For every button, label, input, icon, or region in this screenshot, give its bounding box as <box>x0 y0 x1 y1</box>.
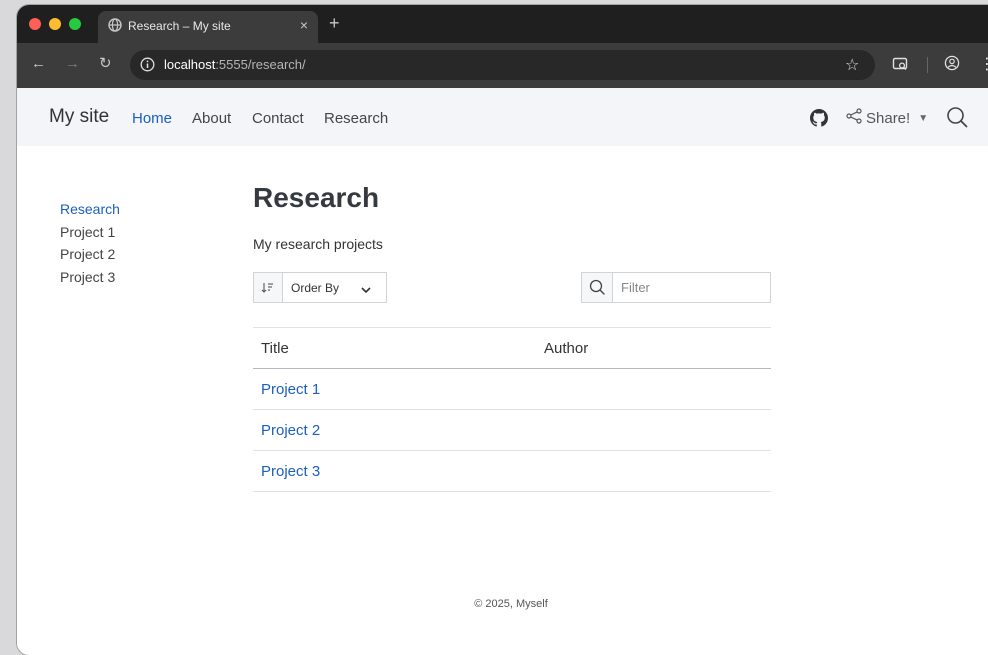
url-path: :5555/research/ <box>215 57 306 72</box>
sidebar-item-project-3[interactable]: Project 3 <box>60 266 120 289</box>
table-row: Project 2 <box>253 410 771 451</box>
search-icon[interactable] <box>946 106 968 133</box>
column-header-title[interactable]: Title <box>261 340 289 357</box>
filter-box <box>581 272 779 303</box>
page-title: Research <box>253 182 380 213</box>
chevron-down-icon <box>360 282 372 300</box>
tab-strip: Research – My site × + <box>17 5 988 43</box>
sidebar-item-research[interactable]: Research <box>60 198 120 221</box>
maximize-window-button[interactable] <box>69 18 81 30</box>
table-header: Title Author <box>253 327 771 369</box>
profile-icon[interactable] <box>944 55 960 76</box>
back-icon[interactable]: ← <box>31 56 46 72</box>
web-page: My site Home About Contact Research Shar… <box>17 88 988 648</box>
info-icon[interactable] <box>140 57 155 77</box>
nav-link-home[interactable]: Home <box>132 110 172 127</box>
sidebar-item-project-1[interactable]: Project 1 <box>60 221 120 244</box>
caret-down-icon: ▼ <box>918 112 929 124</box>
url-text: localhost:5555/research/ <box>164 57 306 72</box>
reload-icon[interactable]: ↻ <box>99 56 112 72</box>
globe-icon <box>108 18 122 37</box>
forward-icon[interactable]: → <box>65 56 80 72</box>
order-by-select[interactable]: Order By <box>253 272 387 303</box>
nav-link-contact[interactable]: Contact <box>252 110 304 127</box>
minimize-window-button[interactable] <box>49 18 61 30</box>
share-icon <box>846 108 862 128</box>
nav-link-about[interactable]: About <box>192 110 231 127</box>
sidebar-item-project-2[interactable]: Project 2 <box>60 243 120 266</box>
site-navbar: My site Home About Contact Research Shar… <box>17 88 988 146</box>
page-footer: © 2025, Myself <box>474 598 548 610</box>
site-brand[interactable]: My site <box>49 106 109 128</box>
order-by-label: Order By <box>291 281 340 295</box>
sidebar-nav: Research Project 1 Project 2 Project 3 <box>60 198 120 288</box>
url-host: localhost <box>164 57 216 72</box>
column-header-author[interactable]: Author <box>544 340 588 357</box>
menu-icon[interactable]: ⋮ <box>979 54 988 74</box>
close-window-button[interactable] <box>29 18 41 30</box>
project-link[interactable]: Project 2 <box>261 422 320 439</box>
browser-tab[interactable]: Research – My site × <box>98 11 318 43</box>
sort-icon[interactable] <box>254 273 283 302</box>
table-row: Project 3 <box>253 451 771 492</box>
filter-search-icon <box>582 273 613 302</box>
filter-input[interactable] <box>613 273 779 302</box>
projects-table: Title Author Project 1 Project 2 Project… <box>253 327 771 492</box>
star-icon[interactable]: ☆ <box>845 55 859 75</box>
page-description: My research projects <box>253 236 383 252</box>
tab-close-icon[interactable]: × <box>300 17 308 33</box>
browser-window: Research – My site × + ← → ↻ localhost:5… <box>17 5 988 655</box>
tab-title: Research – My site <box>128 19 231 33</box>
toolbar-divider <box>927 57 928 73</box>
project-link[interactable]: Project 3 <box>261 463 320 480</box>
github-icon[interactable] <box>810 109 828 132</box>
lens-icon[interactable] <box>892 56 908 77</box>
browser-toolbar: ← → ↻ localhost:5555/research/ ☆ ⋮ <box>17 43 988 88</box>
nav-link-research[interactable]: Research <box>324 110 388 127</box>
address-bar[interactable]: localhost:5555/research/ <box>130 50 875 80</box>
table-row: Project 1 <box>253 369 771 410</box>
share-label: Share! <box>866 109 911 127</box>
project-link[interactable]: Project 1 <box>261 381 320 398</box>
share-button[interactable]: Share! ▼ <box>846 108 928 128</box>
new-tab-button[interactable]: + <box>329 14 340 32</box>
